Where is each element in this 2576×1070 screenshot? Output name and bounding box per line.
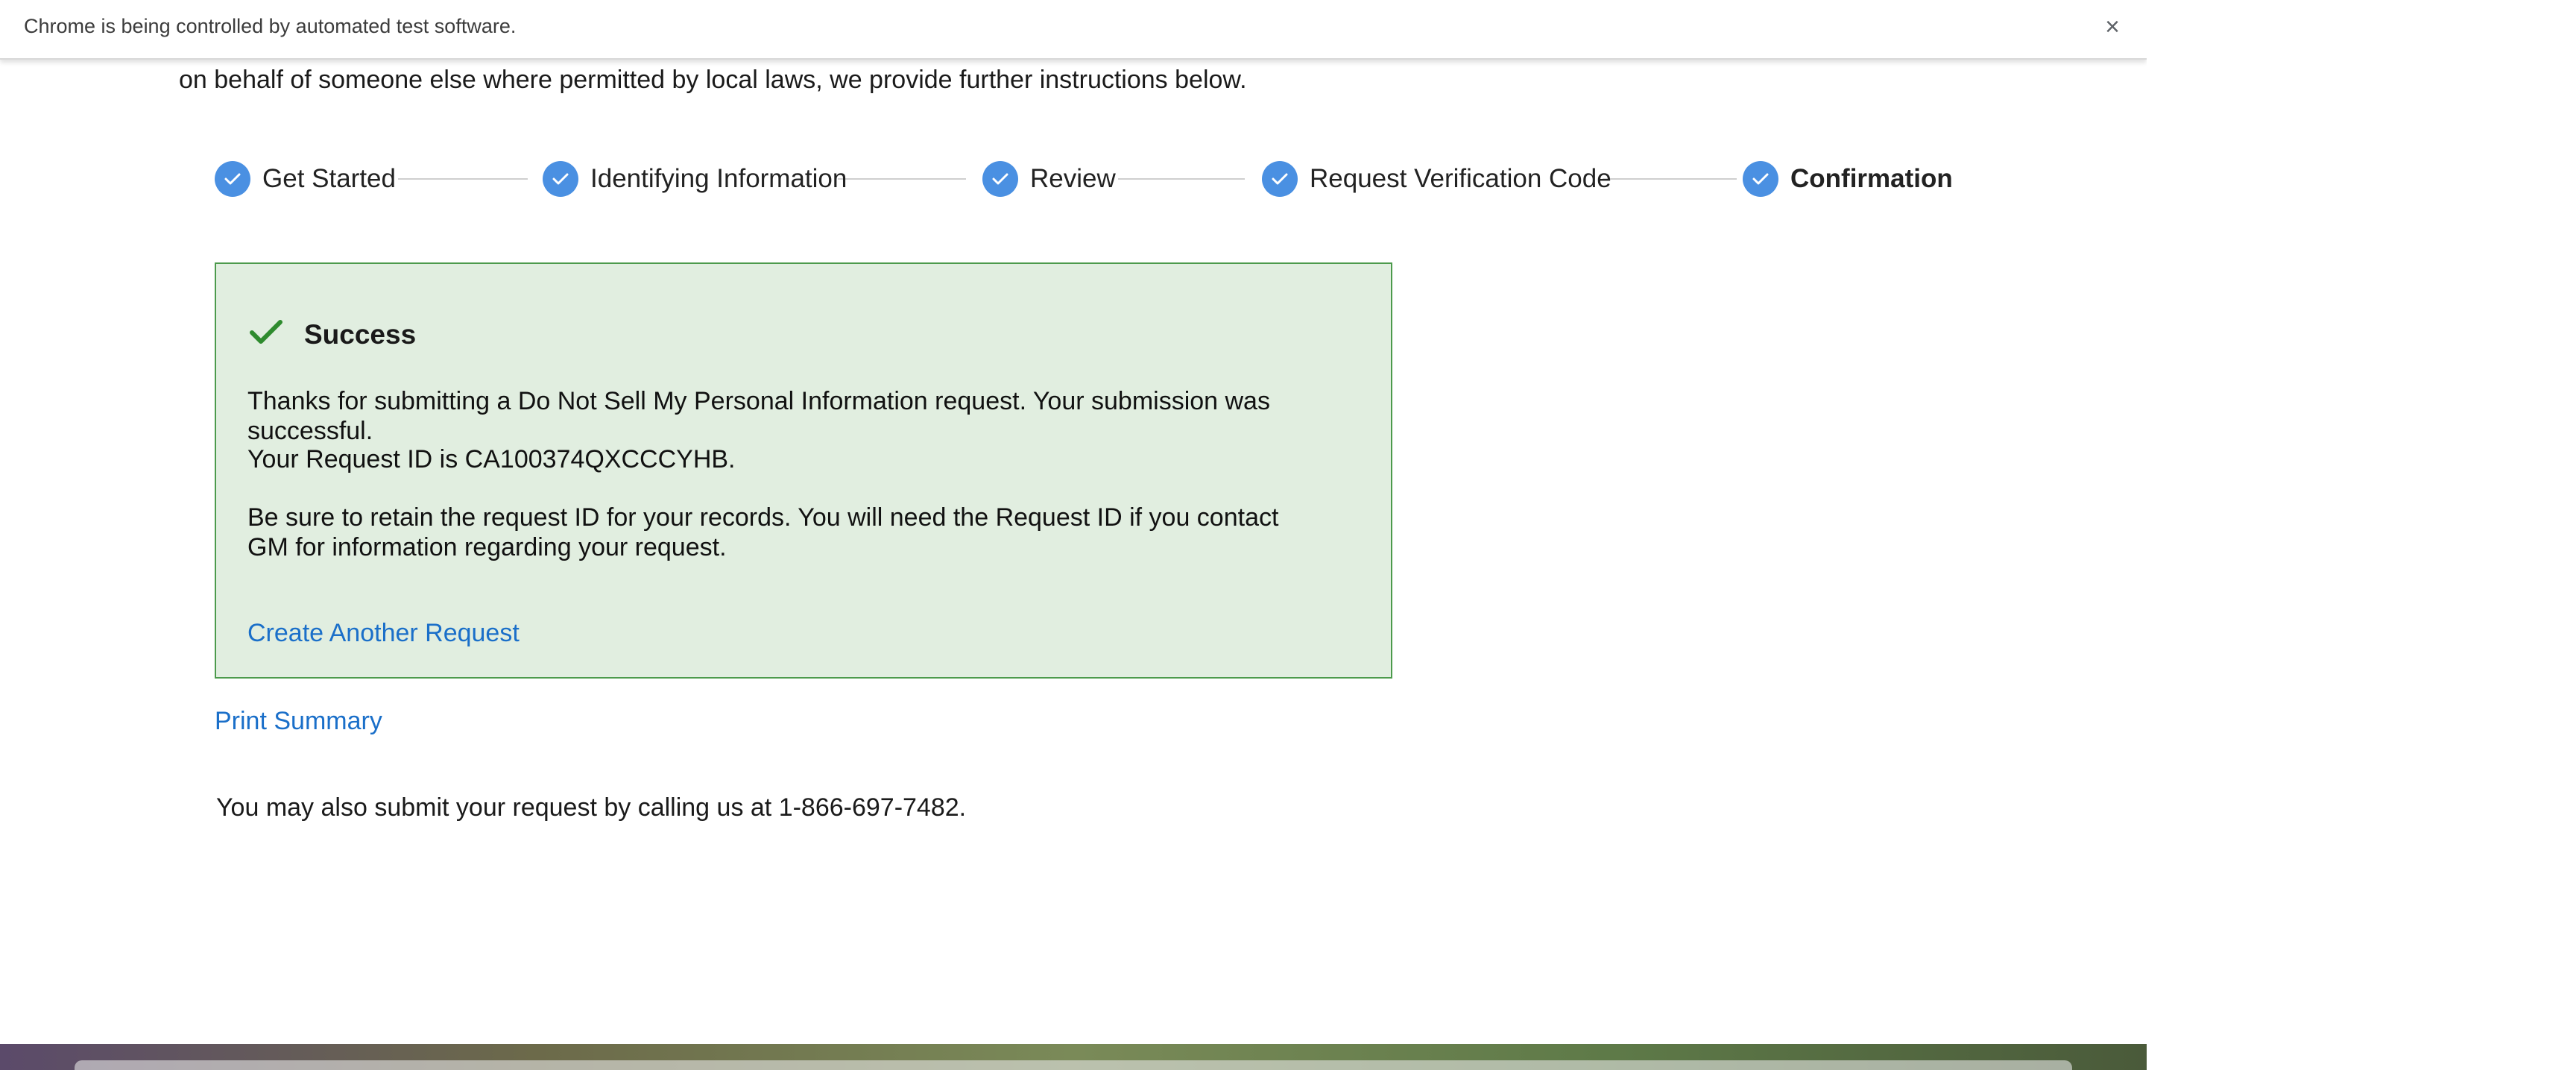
- check-circle-icon: [543, 161, 578, 197]
- progress-stepper: Get Started Identifying Information Revi…: [215, 160, 1953, 198]
- retain-notice: Be sure to retain the request ID for you…: [247, 503, 1279, 561]
- desktop-background: [2147, 0, 2576, 1070]
- checkmark-icon: [249, 318, 283, 351]
- step-label: Review: [1030, 164, 1116, 193]
- success-panel: Success Thanks for submitting a Do Not S…: [215, 262, 1392, 679]
- success-title: Success: [304, 318, 417, 350]
- browser-window: Chrome is being controlled by automated …: [0, 0, 2147, 1060]
- check-circle-icon: [982, 161, 1018, 197]
- step-label: Get Started: [262, 164, 396, 193]
- step-connector: [838, 178, 966, 180]
- success-message: Thanks for submitting a Do Not Sell My P…: [247, 387, 1270, 445]
- step-connector: [1603, 178, 1737, 180]
- step-label: Identifying Information: [590, 164, 847, 193]
- step-connector: [1118, 178, 1245, 180]
- step-label: Request Verification Code: [1310, 164, 1611, 193]
- step-label: Confirmation: [1790, 164, 1953, 193]
- infobar-message: Chrome is being controlled by automated …: [24, 15, 517, 37]
- step-review: Review: [982, 160, 1116, 198]
- create-another-request-link[interactable]: Create Another Request: [247, 619, 520, 648]
- print-summary-link[interactable]: Print Summary: [215, 707, 382, 736]
- step-confirmation: Confirmation: [1743, 160, 1953, 198]
- step-get-started: Get Started: [215, 160, 396, 198]
- check-circle-icon: [1262, 161, 1298, 197]
- check-circle-icon: [215, 161, 250, 197]
- step-request-verification-code: Request Verification Code: [1262, 160, 1611, 198]
- request-id-text: Your Request ID is CA100374QXCCCYHB.: [247, 445, 736, 473]
- close-icon[interactable]: ×: [2097, 12, 2127, 42]
- dock-shadow: [75, 1060, 2072, 1070]
- call-instructions: You may also submit your request by call…: [216, 793, 967, 822]
- check-circle-icon: [1743, 161, 1778, 197]
- success-header: Success: [249, 318, 416, 351]
- step-identifying-information: Identifying Information: [543, 160, 847, 198]
- step-connector: [398, 178, 528, 180]
- intro-text: on behalf of someone else where permitte…: [179, 66, 1247, 94]
- automation-infobar: Chrome is being controlled by automated …: [0, 0, 2147, 60]
